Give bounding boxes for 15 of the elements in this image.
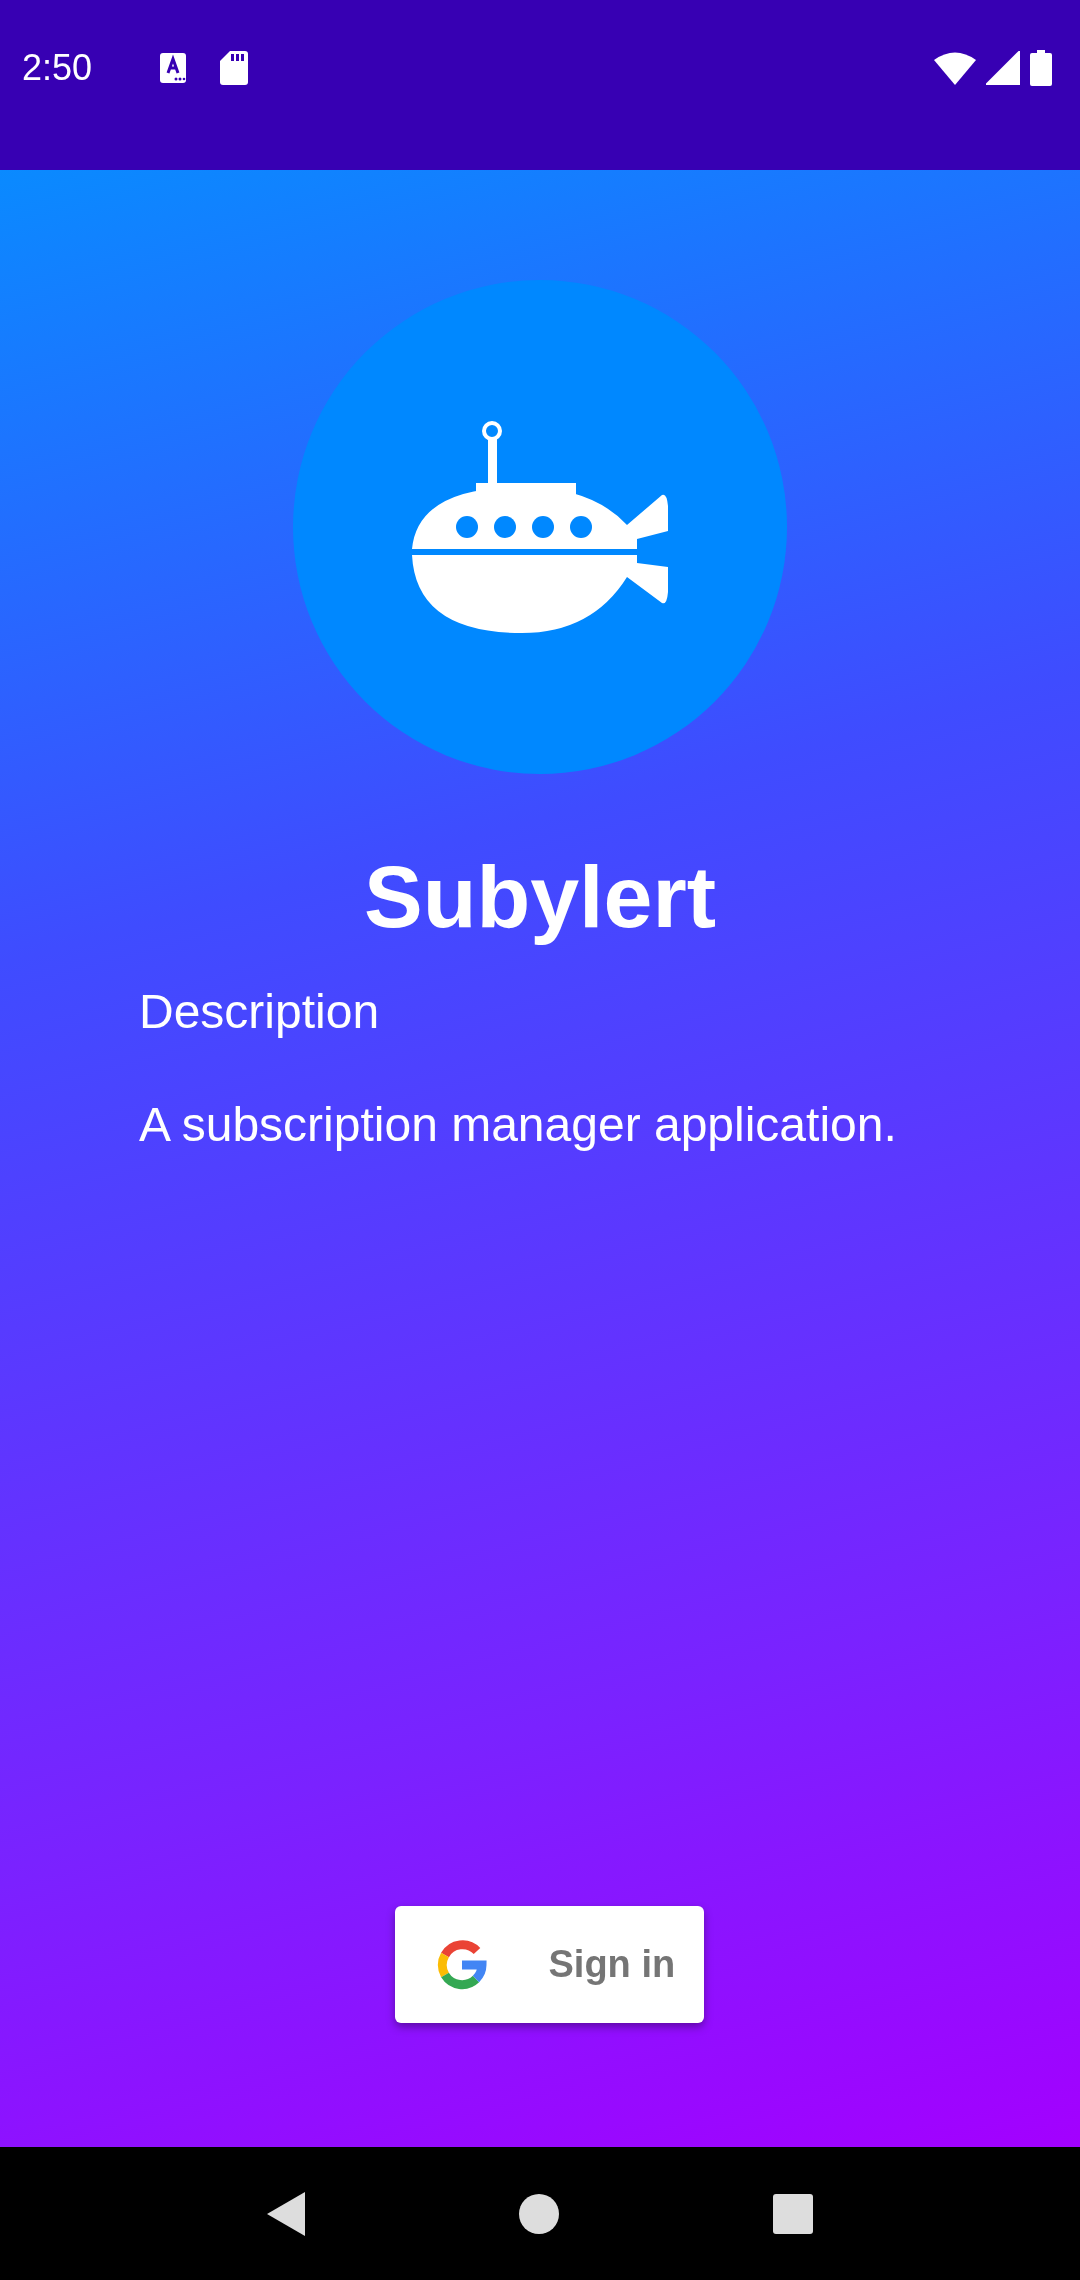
sd-card-icon <box>220 51 249 85</box>
submarine-icon <box>412 421 668 633</box>
status-time: 2:50 <box>22 47 93 89</box>
colored-g-icon <box>436 1939 487 1990</box>
app-title: Subylert <box>363 846 717 948</box>
recents-icon[interactable] <box>773 2193 813 2234</box>
description-label: Description <box>139 984 381 1039</box>
back-icon[interactable] <box>267 2191 305 2236</box>
description-text: A subscription manager application. <box>139 1097 898 1152</box>
font-notification-icon <box>160 53 187 83</box>
sign-in-button[interactable]: Sign in <box>394 1906 704 2023</box>
signal-icon <box>986 51 1020 85</box>
wifi-icon <box>934 51 976 85</box>
battery-icon <box>1030 50 1052 86</box>
home-icon[interactable] <box>519 2193 559 2234</box>
